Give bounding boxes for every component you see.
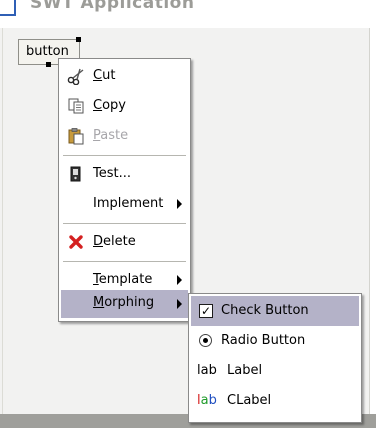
submenu-item-check-button[interactable]: ✓ Check Button: [191, 296, 359, 326]
submenu-item-label[interactable]: lab Label: [191, 356, 359, 386]
app-window-icon: [0, 0, 16, 16]
copy-icon: [67, 97, 85, 115]
menu-item-label: Paste: [93, 128, 129, 143]
menu-item-paste[interactable]: Paste: [61, 121, 188, 151]
menu-item-label: Implement: [93, 196, 164, 211]
radio-icon: [199, 334, 212, 347]
submenu-item-label: Label: [227, 363, 263, 378]
menu-item-morphing[interactable]: Morphing: [61, 290, 188, 318]
menu-separator: [63, 155, 186, 156]
submenu-arrow-icon: [177, 299, 182, 309]
window-right-border: [369, 28, 376, 414]
window-title-bar[interactable]: SWT Application: [0, 0, 376, 28]
submenu-arrow-icon: [177, 275, 182, 285]
menu-item-test[interactable]: Test...: [61, 159, 188, 189]
menu-item-label: Copy: [93, 98, 126, 113]
menu-separator: [63, 261, 186, 262]
clabel-icon: lab: [197, 393, 217, 408]
menu-item-label: Test...: [93, 166, 131, 181]
context-menu: Cut Copy Paste Test... Implement Delete …: [58, 58, 191, 322]
menu-item-delete[interactable]: Delete: [61, 227, 188, 257]
submenu-item-clabel[interactable]: lab CLabel: [191, 386, 359, 416]
paste-icon: [67, 127, 85, 145]
resize-handle-top-right[interactable]: [76, 37, 81, 42]
window-title: SWT Application: [30, 0, 195, 13]
menu-item-label: Template: [93, 272, 153, 287]
delete-icon: [67, 233, 85, 251]
menu-item-label: Cut: [93, 68, 116, 83]
submenu-item-label: Radio Button: [221, 333, 306, 348]
menu-item-cut[interactable]: Cut: [61, 61, 188, 91]
submenu-arrow-icon: [177, 199, 182, 209]
resize-handle-bottom[interactable]: [46, 62, 51, 67]
submenu-item-radio-button[interactable]: Radio Button: [191, 326, 359, 356]
scissors-icon: [67, 67, 85, 85]
menu-item-implement[interactable]: Implement: [61, 189, 188, 219]
menu-item-copy[interactable]: Copy: [61, 91, 188, 121]
submenu-item-label: Check Button: [221, 303, 309, 318]
test-icon: [67, 165, 85, 183]
submenu-item-label: CLabel: [227, 393, 272, 408]
menu-item-label: Morphing: [93, 295, 155, 310]
morphing-submenu: ✓ Check Button Radio Button lab Label la…: [188, 293, 362, 423]
label-icon: lab: [197, 363, 217, 378]
menu-separator: [63, 223, 186, 224]
menu-item-label: Delete: [93, 234, 136, 249]
checkbox-icon: ✓: [199, 304, 213, 318]
